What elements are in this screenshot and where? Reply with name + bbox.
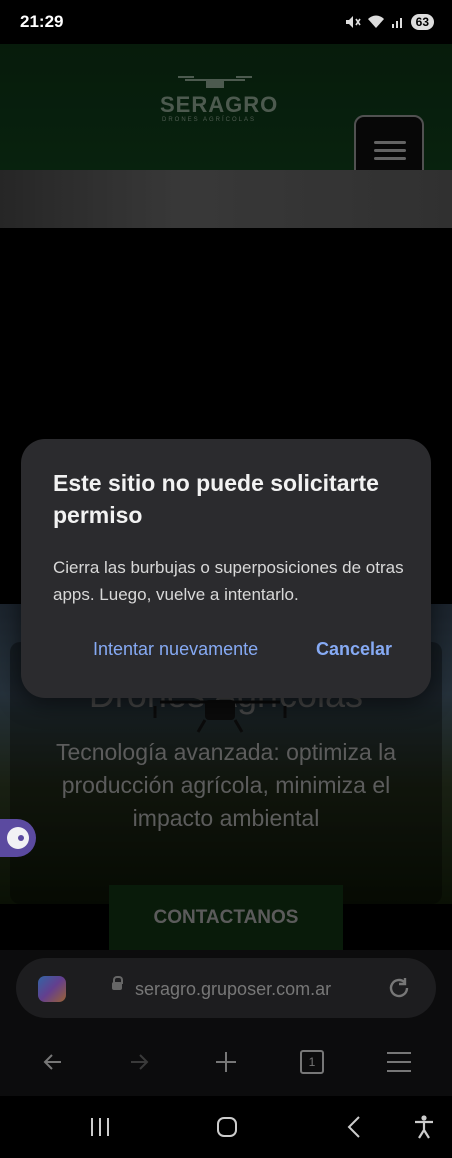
signal-icon: [391, 18, 402, 28]
battery-indicator: 63: [410, 14, 434, 30]
status-bar: 21:29 63: [0, 0, 452, 44]
tabs-button[interactable]: 1: [292, 1040, 332, 1084]
wifi-icon: [367, 15, 384, 28]
status-icons: 63: [345, 14, 434, 30]
dialog-title: Este sitio no puede solicitarte permiso: [53, 470, 379, 528]
new-tab-plus-icon[interactable]: [206, 1040, 246, 1084]
forward-arrow-icon[interactable]: [119, 1040, 159, 1084]
url-text[interactable]: seragro.gruposer.com.ar: [135, 979, 331, 1000]
system-back-icon[interactable]: [342, 1112, 366, 1142]
back-arrow-icon[interactable]: [33, 1040, 73, 1084]
status-time: 21:29: [20, 12, 64, 31]
bubble-icon: [7, 827, 29, 849]
browser-menu-icon[interactable]: [379, 1040, 419, 1084]
mute-icon: [345, 16, 361, 28]
permission-dialog: Este sitio no puede solicitarte permiso …: [21, 439, 431, 698]
accessibility-icon[interactable]: [410, 1112, 438, 1142]
retry-button[interactable]: Intentar nuevamente: [93, 639, 258, 660]
tabs-count: 1: [300, 1050, 324, 1074]
system-nav-bar: [0, 1096, 452, 1158]
home-icon[interactable]: [214, 1112, 240, 1142]
cancel-button[interactable]: Cancelar: [316, 639, 392, 660]
dialog-message: Cierra las burbujas o superposiciones de…: [53, 558, 404, 604]
browser-nav-row: 1: [0, 1040, 452, 1084]
lock-icon: [112, 976, 123, 990]
recent-apps-icon[interactable]: [88, 1112, 112, 1142]
copilot-icon[interactable]: [38, 976, 66, 1002]
reload-icon[interactable]: [386, 975, 412, 1001]
